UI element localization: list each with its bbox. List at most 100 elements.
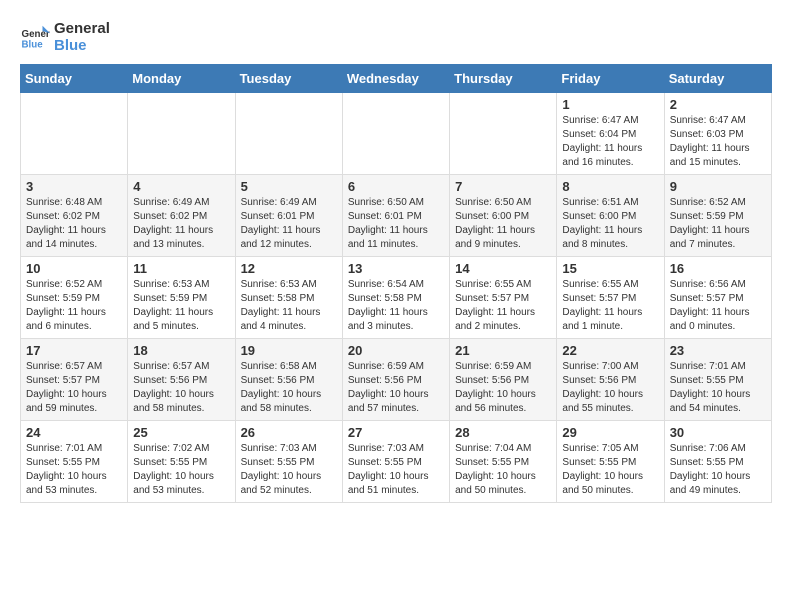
weekday-header: Wednesday: [342, 65, 449, 93]
day-number: 30: [670, 425, 766, 440]
day-info: Sunrise: 7:03 AM Sunset: 5:55 PM Dayligh…: [241, 442, 337, 498]
day-info: Sunrise: 7:02 AM Sunset: 5:55 PM Dayligh…: [133, 442, 229, 498]
day-info: Sunrise: 6:55 AM Sunset: 5:57 PM Dayligh…: [562, 278, 658, 334]
calendar-cell: 1 Sunrise: 6:47 AM Sunset: 6:04 PM Daylig…: [557, 93, 664, 175]
day-info: Sunrise: 6:47 AM Sunset: 6:04 PM Dayligh…: [562, 114, 658, 170]
day-number: 20: [348, 343, 444, 358]
calendar-cell: 14 Sunrise: 6:55 AM Sunset: 5:57 PM Dayli…: [450, 257, 557, 339]
calendar-cell: 21 Sunrise: 6:59 AM Sunset: 5:56 PM Dayli…: [450, 339, 557, 421]
day-number: 12: [241, 261, 337, 276]
day-info: Sunrise: 6:53 AM Sunset: 5:58 PM Dayligh…: [241, 278, 337, 334]
weekday-header: Friday: [557, 65, 664, 93]
day-info: Sunrise: 6:59 AM Sunset: 5:56 PM Dayligh…: [348, 360, 444, 416]
day-number: 18: [133, 343, 229, 358]
day-info: Sunrise: 6:57 AM Sunset: 5:56 PM Dayligh…: [133, 360, 229, 416]
day-info: Sunrise: 7:05 AM Sunset: 5:55 PM Dayligh…: [562, 442, 658, 498]
day-info: Sunrise: 7:00 AM Sunset: 5:56 PM Dayligh…: [562, 360, 658, 416]
day-number: 17: [26, 343, 122, 358]
calendar-cell: 26 Sunrise: 7:03 AM Sunset: 5:55 PM Dayli…: [235, 421, 342, 503]
day-number: 14: [455, 261, 551, 276]
day-info: Sunrise: 6:47 AM Sunset: 6:03 PM Dayligh…: [670, 114, 766, 170]
calendar-week-row: 10 Sunrise: 6:52 AM Sunset: 5:59 PM Dayli…: [21, 257, 772, 339]
calendar-cell: 15 Sunrise: 6:55 AM Sunset: 5:57 PM Dayli…: [557, 257, 664, 339]
calendar-cell: [128, 93, 235, 175]
calendar-cell: [450, 93, 557, 175]
day-info: Sunrise: 7:06 AM Sunset: 5:55 PM Dayligh…: [670, 442, 766, 498]
calendar-week-row: 24Sunrise: 7:01 AM Sunset: 5:55 PM Dayli…: [21, 421, 772, 503]
day-number: 22: [562, 343, 658, 358]
calendar-cell: 25 Sunrise: 7:02 AM Sunset: 5:55 PM Dayli…: [128, 421, 235, 503]
day-number: 8: [562, 179, 658, 194]
calendar-cell: 22 Sunrise: 7:00 AM Sunset: 5:56 PM Dayli…: [557, 339, 664, 421]
calendar-cell: 11 Sunrise: 6:53 AM Sunset: 5:59 PM Dayli…: [128, 257, 235, 339]
weekday-header: Monday: [128, 65, 235, 93]
day-number: 4: [133, 179, 229, 194]
day-number: 11: [133, 261, 229, 276]
calendar-cell: 12 Sunrise: 6:53 AM Sunset: 5:58 PM Dayli…: [235, 257, 342, 339]
calendar-cell: 10 Sunrise: 6:52 AM Sunset: 5:59 PM Dayli…: [21, 257, 128, 339]
day-info: Sunrise: 7:03 AM Sunset: 5:55 PM Dayligh…: [348, 442, 444, 498]
calendar-cell: 27 Sunrise: 7:03 AM Sunset: 5:55 PM Dayli…: [342, 421, 449, 503]
day-info: Sunrise: 6:58 AM Sunset: 5:56 PM Dayligh…: [241, 360, 337, 416]
day-info: Sunrise: 6:53 AM Sunset: 5:59 PM Dayligh…: [133, 278, 229, 334]
calendar-cell: 18 Sunrise: 6:57 AM Sunset: 5:56 PM Dayli…: [128, 339, 235, 421]
calendar-cell: 16 Sunrise: 6:56 AM Sunset: 5:57 PM Dayli…: [664, 257, 771, 339]
calendar-cell: 30 Sunrise: 7:06 AM Sunset: 5:55 PM Dayli…: [664, 421, 771, 503]
day-number: 24: [26, 425, 122, 440]
day-number: 10: [26, 261, 122, 276]
day-info: Sunrise: 6:54 AM Sunset: 5:58 PM Dayligh…: [348, 278, 444, 334]
calendar-cell: 2 Sunrise: 6:47 AM Sunset: 6:03 PM Daylig…: [664, 93, 771, 175]
day-number: 5: [241, 179, 337, 194]
calendar-cell: [235, 93, 342, 175]
day-info: Sunrise: 6:51 AM Sunset: 6:00 PM Dayligh…: [562, 196, 658, 252]
day-info: Sunrise: 6:48 AM Sunset: 6:02 PM Dayligh…: [26, 196, 122, 252]
logo: General Blue General Blue: [20, 20, 110, 54]
calendar-cell: 5 Sunrise: 6:49 AM Sunset: 6:01 PM Daylig…: [235, 175, 342, 257]
day-number: 25: [133, 425, 229, 440]
day-number: 21: [455, 343, 551, 358]
weekday-header: Sunday: [21, 65, 128, 93]
day-number: 27: [348, 425, 444, 440]
calendar-week-row: 3 Sunrise: 6:48 AM Sunset: 6:02 PM Daylig…: [21, 175, 772, 257]
calendar-cell: 8 Sunrise: 6:51 AM Sunset: 6:00 PM Daylig…: [557, 175, 664, 257]
logo-icon: General Blue: [20, 22, 50, 52]
calendar-cell: 6 Sunrise: 6:50 AM Sunset: 6:01 PM Daylig…: [342, 175, 449, 257]
calendar-week-row: 1 Sunrise: 6:47 AM Sunset: 6:04 PM Daylig…: [21, 93, 772, 175]
calendar-cell: 23Sunrise: 7:01 AM Sunset: 5:55 PM Dayli…: [664, 339, 771, 421]
day-number: 28: [455, 425, 551, 440]
weekday-header: Saturday: [664, 65, 771, 93]
day-number: 16: [670, 261, 766, 276]
weekday-header: Thursday: [450, 65, 557, 93]
calendar-cell: 9Sunrise: 6:52 AM Sunset: 5:59 PM Daylig…: [664, 175, 771, 257]
day-number: 23: [670, 343, 766, 358]
day-info: Sunrise: 6:50 AM Sunset: 6:01 PM Dayligh…: [348, 196, 444, 252]
calendar-cell: 7Sunrise: 6:50 AM Sunset: 6:00 PM Daylig…: [450, 175, 557, 257]
day-info: Sunrise: 6:49 AM Sunset: 6:02 PM Dayligh…: [133, 196, 229, 252]
day-number: 13: [348, 261, 444, 276]
logo-subtext: Blue: [54, 37, 110, 54]
day-info: Sunrise: 6:59 AM Sunset: 5:56 PM Dayligh…: [455, 360, 551, 416]
day-number: 15: [562, 261, 658, 276]
day-number: 3: [26, 179, 122, 194]
day-number: 6: [348, 179, 444, 194]
day-info: Sunrise: 6:56 AM Sunset: 5:57 PM Dayligh…: [670, 278, 766, 334]
calendar-cell: 13 Sunrise: 6:54 AM Sunset: 5:58 PM Dayli…: [342, 257, 449, 339]
calendar-table: SundayMondayTuesdayWednesdayThursdayFrid…: [20, 64, 772, 503]
calendar-week-row: 17Sunrise: 6:57 AM Sunset: 5:57 PM Dayli…: [21, 339, 772, 421]
calendar-cell: 24Sunrise: 7:01 AM Sunset: 5:55 PM Dayli…: [21, 421, 128, 503]
day-info: Sunrise: 6:49 AM Sunset: 6:01 PM Dayligh…: [241, 196, 337, 252]
calendar-header-row: SundayMondayTuesdayWednesdayThursdayFrid…: [21, 65, 772, 93]
day-info: Sunrise: 6:52 AM Sunset: 5:59 PM Dayligh…: [26, 278, 122, 334]
calendar-cell: 20 Sunrise: 6:59 AM Sunset: 5:56 PM Dayli…: [342, 339, 449, 421]
calendar-cell: 29Sunrise: 7:05 AM Sunset: 5:55 PM Dayli…: [557, 421, 664, 503]
calendar-cell: 17Sunrise: 6:57 AM Sunset: 5:57 PM Dayli…: [21, 339, 128, 421]
day-info: Sunrise: 6:55 AM Sunset: 5:57 PM Dayligh…: [455, 278, 551, 334]
calendar-cell: 4 Sunrise: 6:49 AM Sunset: 6:02 PM Daylig…: [128, 175, 235, 257]
day-info: Sunrise: 6:50 AM Sunset: 6:00 PM Dayligh…: [455, 196, 551, 252]
page-header: General Blue General Blue: [20, 20, 772, 54]
day-number: 26: [241, 425, 337, 440]
day-number: 1: [562, 97, 658, 112]
calendar-cell: 3 Sunrise: 6:48 AM Sunset: 6:02 PM Daylig…: [21, 175, 128, 257]
calendar-cell: 28Sunrise: 7:04 AM Sunset: 5:55 PM Dayli…: [450, 421, 557, 503]
day-number: 2: [670, 97, 766, 112]
